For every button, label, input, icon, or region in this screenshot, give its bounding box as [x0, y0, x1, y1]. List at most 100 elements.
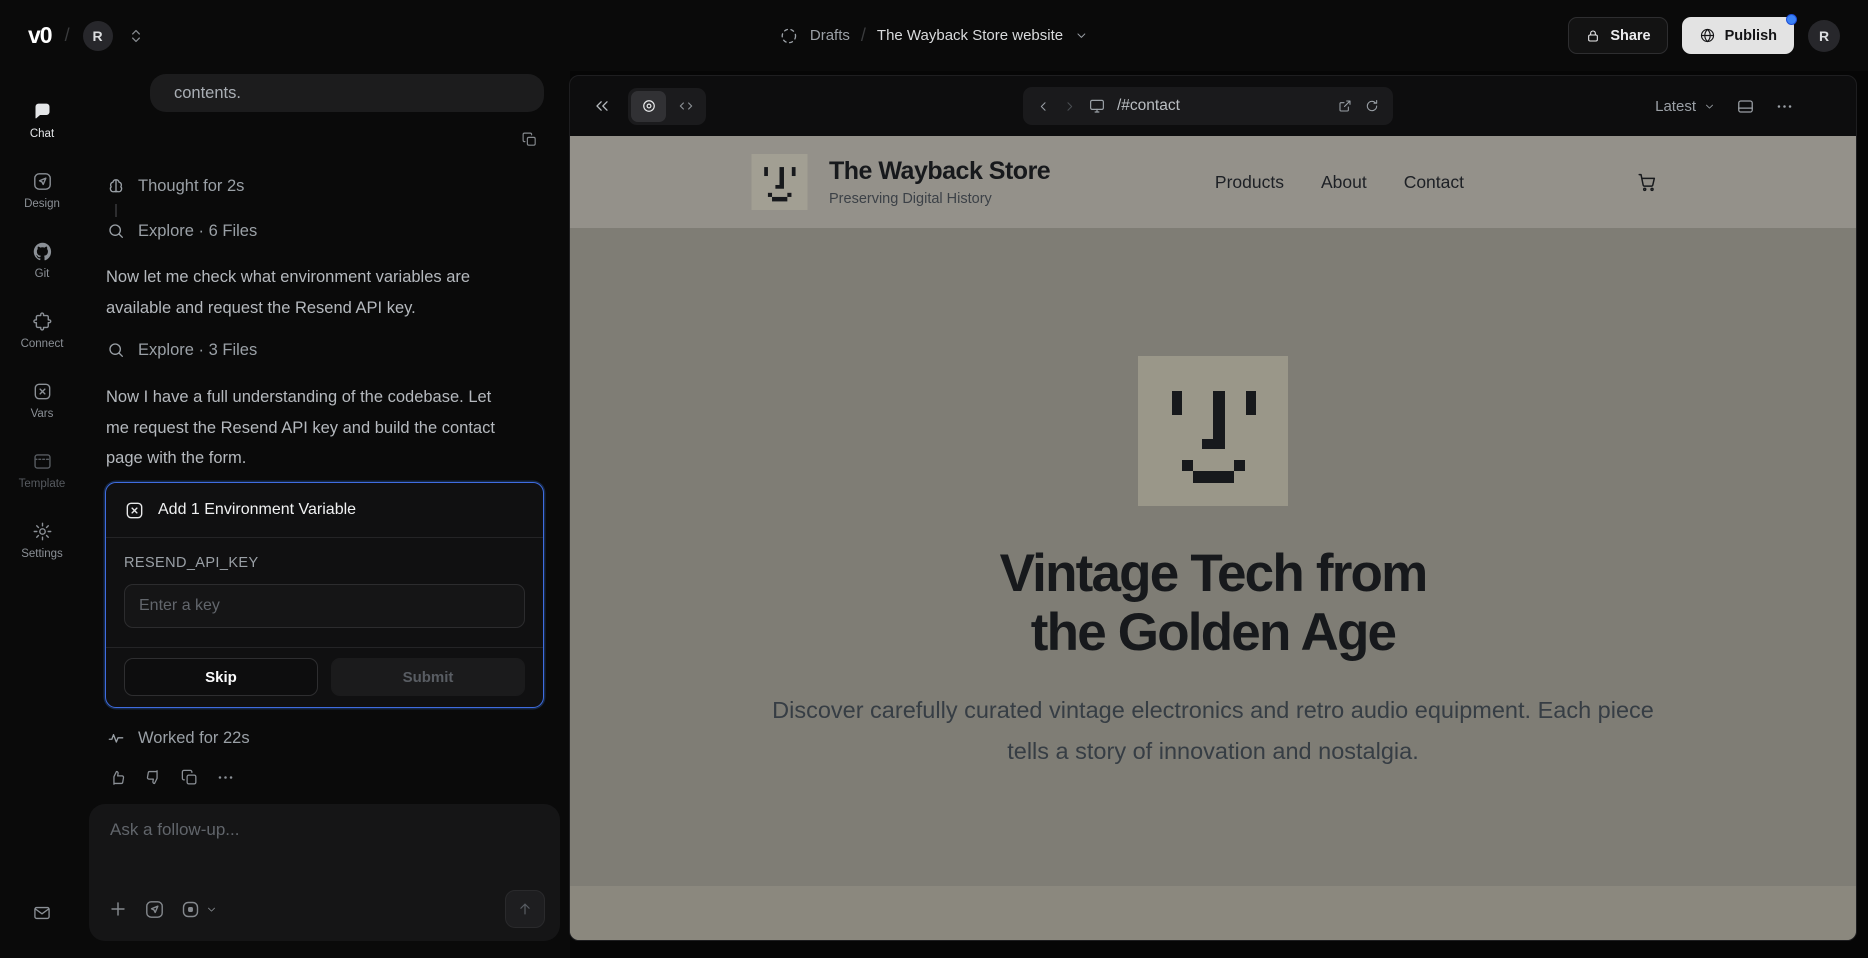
breadcrumb-separator: /	[861, 25, 866, 46]
code-view-toggle[interactable]	[668, 91, 703, 122]
env-dialog-body: RESEND_API_KEY	[106, 538, 543, 628]
topbar-right: Share Publish R	[1568, 17, 1840, 54]
env-variable-name: RESEND_API_KEY	[124, 555, 525, 571]
sidebar-item-label: Design	[24, 198, 60, 210]
preview-toolbar: /#contact Latest	[570, 76, 1856, 136]
sidebar-item-settings[interactable]: Settings	[0, 505, 84, 575]
site-title[interactable]: The Wayback Store	[829, 157, 1050, 186]
forward-icon[interactable]	[1062, 99, 1077, 114]
composer-toolbar	[107, 890, 545, 928]
breadcrumb: Drafts / The Wayback Store website	[779, 0, 1089, 71]
sidebar-item-chat[interactable]: Chat	[0, 85, 84, 155]
site-hero: Vintage Tech from the Golden Age Discove…	[570, 228, 1856, 886]
more-options-icon[interactable]	[216, 768, 235, 787]
site-logo-pixel-face[interactable]	[748, 154, 811, 210]
user-message-text: contents.	[174, 84, 241, 103]
worked-row[interactable]: Worked for 22s	[106, 728, 250, 748]
copy-icon[interactable]	[180, 768, 199, 787]
hero-title-line2: the Golden Age	[1031, 603, 1395, 662]
env-variable-dialog: Add 1 Environment Variable RESEND_API_KE…	[105, 482, 544, 708]
site-nav-about[interactable]: About	[1321, 172, 1367, 193]
chevron-down-icon[interactable]	[1074, 28, 1089, 43]
brain-icon	[106, 176, 126, 196]
topbar-separator: /	[65, 25, 70, 46]
send-button[interactable]	[505, 890, 545, 928]
thumbs-down-icon[interactable]	[144, 768, 163, 787]
chat-composer[interactable]	[89, 804, 560, 941]
preview-toolbar-right: Latest	[1655, 97, 1794, 116]
mail-icon	[32, 903, 52, 923]
globe-icon	[1699, 27, 1716, 44]
thought-row[interactable]: Thought for 2s	[106, 176, 244, 196]
sidebar-item-connect[interactable]: Connect	[0, 295, 84, 365]
user-message-bubble: contents.	[150, 74, 544, 112]
refresh-icon[interactable]	[1364, 98, 1380, 114]
sidebar-item-label: Settings	[21, 548, 63, 560]
device-monitor-icon[interactable]	[1088, 97, 1106, 115]
search-icon	[106, 221, 126, 241]
publish-notification-badge	[1786, 14, 1797, 25]
copy-icon	[521, 131, 538, 148]
search-icon	[106, 340, 126, 360]
activity-pulse-icon	[106, 728, 126, 748]
sidebar-item-label: Git	[35, 268, 50, 280]
v0-logo[interactable]: v0	[28, 22, 52, 49]
explore-row-3-files[interactable]: Explore · 3 Files	[106, 340, 257, 360]
chevrons-up-down-icon	[126, 26, 146, 46]
user-avatar[interactable]: R	[1808, 20, 1840, 52]
env-dialog-title: Add 1 Environment Variable	[158, 501, 356, 519]
site-preview: The Wayback Store Preserving Digital His…	[570, 136, 1856, 940]
hero-title-line1: Vintage Tech from	[1000, 544, 1427, 603]
design-icon	[32, 171, 53, 192]
model-icon	[180, 899, 201, 920]
sidebar-item-vars[interactable]: Vars	[0, 365, 84, 435]
breadcrumb-project-name[interactable]: The Wayback Store website	[877, 27, 1063, 44]
env-dialog-header: Add 1 Environment Variable	[106, 483, 543, 538]
topbar-left: v0 / R	[28, 21, 146, 51]
site-nav-contact[interactable]: Contact	[1404, 172, 1464, 193]
code-icon	[677, 97, 695, 115]
assistant-message: Now let me check what environment variab…	[106, 262, 512, 323]
design-mode-icon[interactable]	[144, 899, 165, 920]
share-button[interactable]: Share	[1568, 17, 1667, 54]
sidebar-item-design[interactable]: Design	[0, 155, 84, 225]
env-key-input[interactable]	[124, 584, 525, 628]
model-selector[interactable]	[180, 899, 218, 920]
thumbs-up-icon[interactable]	[108, 768, 127, 787]
more-options-icon[interactable]	[1775, 97, 1794, 116]
copy-message-button[interactable]	[521, 131, 538, 153]
open-external-icon[interactable]	[1337, 98, 1353, 114]
submit-button[interactable]: Submit	[331, 658, 525, 696]
chat-icon	[32, 101, 53, 122]
sidebar: Chat Design Git Connect Vars Template Se…	[0, 71, 84, 958]
site-nav-products[interactable]: Products	[1215, 172, 1284, 193]
assistant-message: Now I have a full understanding of the c…	[106, 382, 512, 474]
attach-plus-icon[interactable]	[107, 898, 129, 920]
breadcrumb-drafts[interactable]: Drafts	[810, 27, 850, 44]
skip-button[interactable]: Skip	[124, 658, 318, 696]
project-switcher-button[interactable]	[126, 26, 146, 46]
version-selector[interactable]: Latest	[1655, 98, 1716, 115]
hero-pixel-face	[1138, 355, 1288, 507]
explore-label: Explore · 3 Files	[138, 341, 257, 360]
hero-description: Discover carefully curated vintage elect…	[748, 690, 1678, 772]
explore-row-6-files[interactable]: Explore · 6 Files	[106, 221, 257, 241]
lock-icon	[1585, 28, 1601, 44]
collapse-panel-icon[interactable]	[592, 96, 612, 116]
panel-layout-icon[interactable]	[1736, 97, 1755, 116]
preview-eye-toggle[interactable]	[631, 91, 666, 122]
preview-url[interactable]: /#contact	[1117, 97, 1326, 115]
feedback-button[interactable]	[32, 903, 52, 928]
cart-icon[interactable]	[1636, 171, 1658, 193]
sidebar-item-template[interactable]: Template	[0, 435, 84, 505]
publish-label: Publish	[1725, 28, 1777, 44]
sidebar-item-git[interactable]: Git	[0, 225, 84, 295]
git-icon	[32, 241, 53, 262]
publish-button[interactable]: Publish	[1682, 17, 1794, 54]
followup-input[interactable]	[110, 814, 540, 846]
project-avatar[interactable]: R	[83, 21, 113, 51]
site-nav: Products About Contact	[1215, 172, 1464, 193]
back-icon[interactable]	[1036, 99, 1051, 114]
chevron-down-icon	[1703, 100, 1716, 113]
connect-icon	[32, 311, 53, 332]
